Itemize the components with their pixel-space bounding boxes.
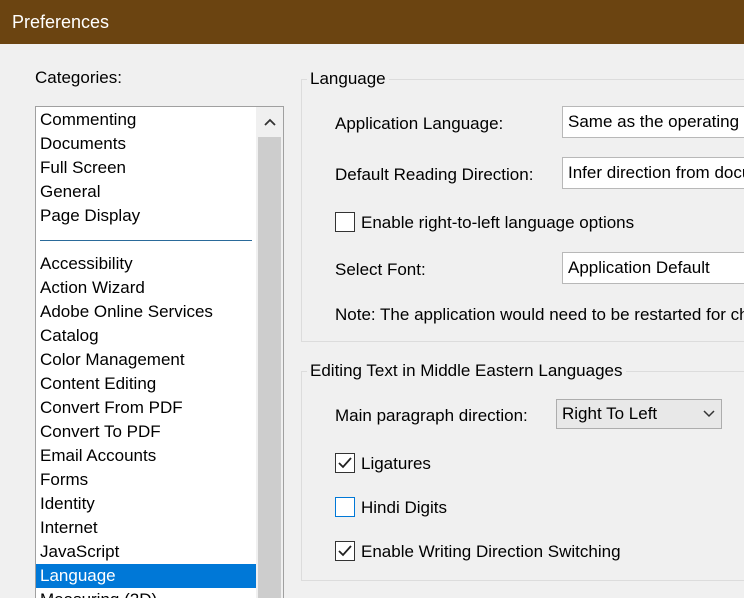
reading-direction-label: Default Reading Direction:	[335, 165, 534, 184]
list-item[interactable]: Content Editing	[36, 372, 257, 396]
direction-switching-label: Enable Writing Direction Switching	[361, 542, 621, 561]
list-item[interactable]: Email Accounts	[36, 444, 257, 468]
scroll-up-button[interactable]	[256, 107, 283, 137]
application-language-label: Application Language:	[335, 114, 504, 133]
list-item[interactable]: Action Wizard	[36, 276, 257, 300]
list-item[interactable]: Convert To PDF	[36, 420, 257, 444]
reading-direction-value: Infer direction from document	[568, 163, 744, 182]
list-item[interactable]: Page Display	[36, 204, 257, 228]
checkmark-icon	[338, 457, 352, 469]
list-item[interactable]: Forms	[36, 468, 257, 492]
list-item[interactable]: Internet	[36, 516, 257, 540]
hindi-digits-checkbox[interactable]	[335, 497, 355, 517]
list-item[interactable]: Convert From PDF	[36, 396, 257, 420]
list-item[interactable]: Identity	[36, 492, 257, 516]
categories-scrollbar[interactable]	[256, 107, 283, 598]
language-group-title: Language	[307, 69, 389, 89]
rtl-checkbox[interactable]	[335, 212, 355, 232]
list-item[interactable]: Accessibility	[36, 252, 257, 276]
chevron-down-icon	[703, 400, 715, 428]
list-item[interactable]: Color Management	[36, 348, 257, 372]
categories-label: Categories:	[35, 68, 122, 87]
hindi-digits-label: Hindi Digits	[361, 498, 447, 517]
list-item[interactable]: Language	[36, 564, 257, 588]
list-item[interactable]: Catalog	[36, 324, 257, 348]
select-font-dropdown[interactable]: Application Default	[562, 252, 744, 284]
list-divider	[40, 240, 252, 241]
window-title: Preferences	[12, 12, 110, 32]
title-bar: Preferences	[0, 0, 744, 44]
application-language-value: Same as the operating system	[568, 112, 744, 131]
ligatures-checkbox[interactable]	[335, 453, 355, 473]
checkmark-icon	[338, 545, 352, 557]
restart-note: Note: The application would need to be r…	[335, 305, 744, 324]
list-item[interactable]: Adobe Online Services	[36, 300, 257, 324]
chevron-up-icon	[263, 118, 276, 126]
select-font-label: Select Font:	[335, 260, 426, 279]
direction-switching-checkbox[interactable]	[335, 541, 355, 561]
rtl-label: Enable right-to-left language options	[361, 213, 635, 232]
scroll-thumb[interactable]	[258, 137, 281, 598]
paragraph-direction-label: Main paragraph direction:	[335, 406, 528, 425]
select-font-value: Application Default	[568, 258, 710, 277]
list-item[interactable]: Measuring (2D)	[36, 588, 257, 598]
categories-list[interactable]: Commenting Documents Full Screen General Pag…	[35, 106, 284, 598]
list-item[interactable]: Full Screen	[36, 156, 257, 180]
middle-eastern-group-title: Editing Text in Middle Eastern Languages	[307, 361, 626, 381]
paragraph-direction-value: Right To Left	[562, 404, 658, 423]
reading-direction-dropdown[interactable]: Infer direction from document	[562, 157, 744, 189]
ligatures-label: Ligatures	[361, 454, 431, 473]
list-item[interactable]: General	[36, 180, 257, 204]
list-item[interactable]: Commenting	[36, 108, 257, 132]
list-item[interactable]: JavaScript	[36, 540, 257, 564]
list-item[interactable]: Documents	[36, 132, 257, 156]
paragraph-direction-dropdown[interactable]: Right To Left	[556, 399, 722, 429]
application-language-dropdown[interactable]: Same as the operating system	[562, 106, 744, 138]
